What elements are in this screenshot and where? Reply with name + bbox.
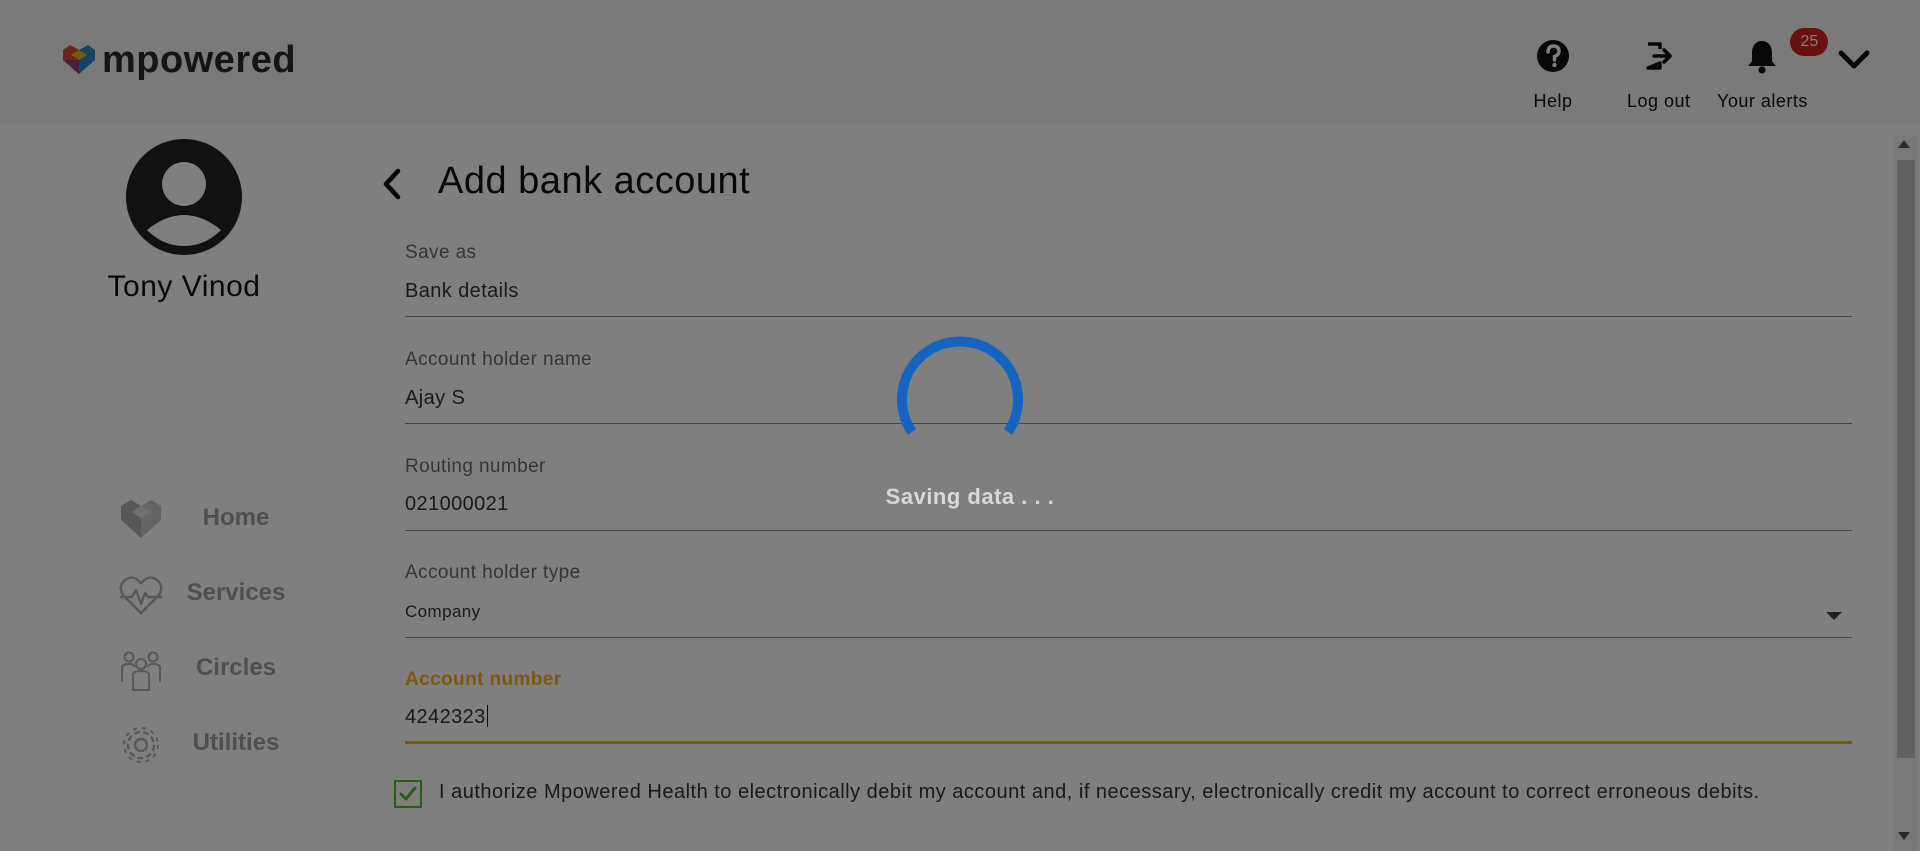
loading-spinner-icon [897, 336, 1023, 435]
loading-overlay: Saving data . . . [0, 0, 1920, 851]
saving-message: Saving data . . . [885, 484, 1055, 509]
app-root: mpowered Help Log out [0, 0, 1920, 851]
